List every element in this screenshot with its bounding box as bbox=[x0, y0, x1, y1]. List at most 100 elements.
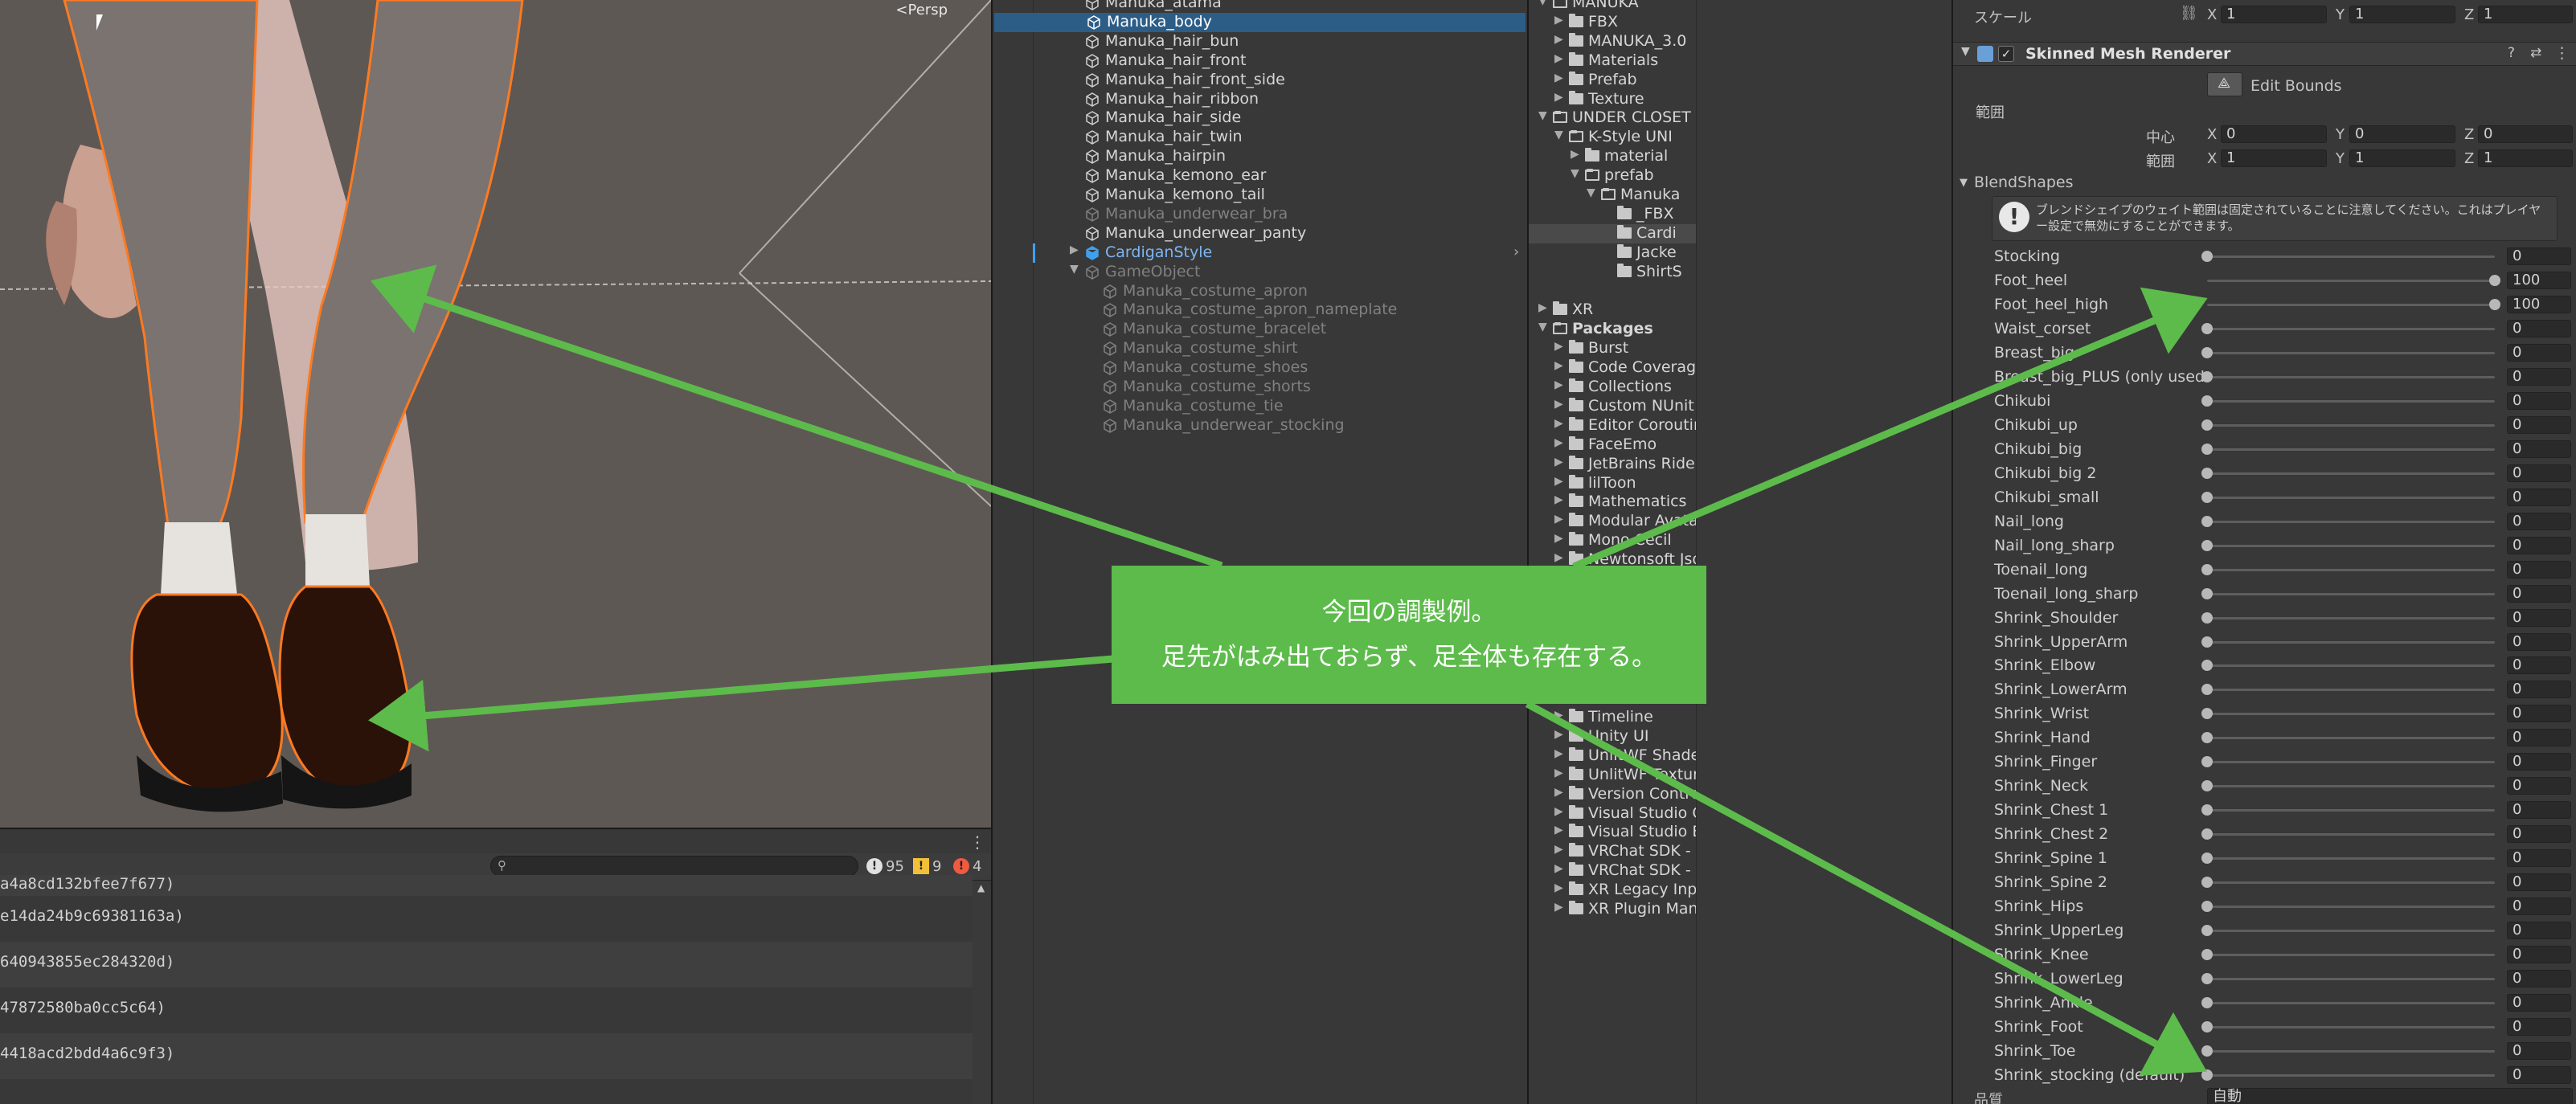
scene-view[interactable]: <Persp bbox=[0, 0, 991, 828]
collapsed-arrow-icon[interactable]: ▶ bbox=[1554, 532, 1563, 545]
blendshape-slider-track[interactable] bbox=[2207, 472, 2495, 475]
blendshape-value-field[interactable]: 0 bbox=[2507, 343, 2571, 362]
scroll-up-icon[interactable]: ▲ bbox=[977, 882, 985, 893]
blendshape-value-field[interactable]: 0 bbox=[2507, 1018, 2571, 1037]
blendshape-slider-handle[interactable] bbox=[2201, 780, 2213, 792]
perspective-label[interactable]: <Persp bbox=[895, 2, 948, 18]
collapsed-arrow-icon[interactable]: ▶ bbox=[1554, 475, 1563, 488]
collapsed-arrow-icon[interactable]: ▶ bbox=[1554, 901, 1563, 914]
blendshape-slider-handle[interactable] bbox=[2201, 925, 2213, 937]
project-folder-item[interactable]: ▶ UnlitWF Shader bbox=[1529, 746, 1696, 766]
project-folder-item[interactable]: ShirtS bbox=[1529, 263, 1696, 282]
blendshape-value-field[interactable]: 0 bbox=[2507, 946, 2571, 964]
blendshape-slider-track[interactable] bbox=[2207, 1026, 2495, 1029]
blendshape-slider-track[interactable] bbox=[2207, 399, 2495, 403]
blendshapes-foldout-icon[interactable]: ▼ bbox=[1960, 177, 1968, 189]
blendshape-slider-track[interactable] bbox=[2207, 496, 2495, 499]
warning-count-button[interactable]: ! 9 bbox=[913, 856, 941, 877]
component-menu-icon[interactable]: ⋮ bbox=[2554, 44, 2570, 62]
project-folder-item[interactable]: ▶ Modular Avatar bbox=[1529, 512, 1696, 531]
blendshape-slider-handle[interactable] bbox=[2201, 732, 2213, 744]
blendshape-slider-track[interactable] bbox=[2207, 544, 2495, 547]
project-folder-item[interactable]: ▶ Visual Studio C bbox=[1529, 804, 1696, 824]
project-folder-item[interactable]: ▶ Texture bbox=[1529, 90, 1696, 109]
blendshape-value-field[interactable]: 0 bbox=[2507, 994, 2571, 1012]
hierarchy-item[interactable]: Manuka_hair_side bbox=[993, 108, 1527, 128]
blendshape-value-field[interactable]: 0 bbox=[2507, 391, 2571, 410]
expanded-arrow-icon[interactable]: ▼ bbox=[1538, 0, 1547, 7]
blendshape-slider-track[interactable] bbox=[2207, 375, 2495, 378]
help-icon[interactable]: ? bbox=[2508, 45, 2515, 61]
quality-dropdown[interactable]: 自動 bbox=[2207, 1088, 2573, 1104]
blendshape-slider-track[interactable] bbox=[2207, 785, 2495, 788]
extent-x-field[interactable]: 1 bbox=[2221, 149, 2327, 167]
blendshape-value-field[interactable]: 0 bbox=[2507, 656, 2571, 675]
blendshape-value-field[interactable]: 0 bbox=[2507, 319, 2571, 337]
hierarchy-item[interactable]: Manuka_body bbox=[994, 12, 1526, 32]
project-folder-item[interactable]: ▶ Visual Studio E bbox=[1529, 823, 1696, 842]
collapsed-arrow-icon[interactable]: ▶ bbox=[1554, 493, 1563, 506]
collapsed-arrow-icon[interactable]: ▶ bbox=[1554, 728, 1563, 741]
blendshape-slider-track[interactable] bbox=[2207, 737, 2495, 740]
project-folder-item[interactable]: ▶ lilToon bbox=[1529, 474, 1696, 493]
project-folder-item[interactable]: ▶ Materials bbox=[1529, 51, 1696, 71]
preset-icon[interactable]: ⇄ bbox=[2530, 45, 2541, 61]
enabled-checkbox[interactable]: ✓ bbox=[1998, 46, 2014, 62]
blendshape-value-field[interactable]: 0 bbox=[2507, 729, 2571, 747]
info-count-button[interactable]: ! 95 bbox=[866, 856, 904, 877]
blendshape-slider-track[interactable] bbox=[2207, 568, 2495, 571]
hierarchy-child-item[interactable]: Manuka_costume_shorts bbox=[993, 378, 1527, 397]
collapsed-arrow-icon[interactable]: ▶ bbox=[1554, 340, 1563, 353]
blendshape-value-field[interactable]: 0 bbox=[2507, 922, 2571, 940]
blendshape-slider-handle[interactable] bbox=[2201, 322, 2213, 334]
blendshape-value-field[interactable]: 0 bbox=[2507, 512, 2571, 530]
collapsed-arrow-icon[interactable]: ▶ bbox=[1554, 436, 1563, 449]
hierarchy-child-item[interactable]: Manuka_underwear_stocking bbox=[993, 416, 1527, 435]
blendshape-slider-handle[interactable] bbox=[2201, 684, 2213, 696]
collapsed-arrow-icon[interactable]: ▶ bbox=[1554, 881, 1563, 894]
console-scrollbar[interactable]: ▲ bbox=[973, 882, 990, 1104]
collapsed-arrow-icon[interactable]: ▶ bbox=[1554, 456, 1563, 468]
blendshape-slider-handle[interactable] bbox=[2201, 1021, 2213, 1033]
extent-z-field[interactable]: 1 bbox=[2478, 149, 2573, 167]
project-folder-item[interactable]: ▶ XR Legacy Input bbox=[1529, 881, 1696, 900]
blendshape-value-field[interactable]: 0 bbox=[2507, 681, 2571, 699]
project-folder-item[interactable]: ▶ Burst bbox=[1529, 339, 1696, 358]
blendshape-value-field[interactable]: 0 bbox=[2507, 608, 2571, 627]
project-folder-item[interactable]: ▼ prefab bbox=[1529, 166, 1696, 186]
blendshape-slider-handle[interactable] bbox=[2201, 828, 2213, 840]
project-folder-item[interactable]: _FBX bbox=[1529, 205, 1696, 224]
expanded-arrow-icon[interactable]: ▼ bbox=[1554, 129, 1563, 141]
project-folder-item[interactable]: Jacke bbox=[1529, 243, 1696, 263]
blendshape-value-field[interactable]: 0 bbox=[2507, 367, 2571, 386]
scale-x-field[interactable]: 1 bbox=[2221, 6, 2327, 23]
blendshape-slider-handle[interactable] bbox=[2201, 973, 2213, 985]
collapsed-arrow-icon[interactable]: ▶ bbox=[1554, 786, 1563, 799]
blendshape-value-field[interactable]: 0 bbox=[2507, 1065, 2571, 1084]
hierarchy-item[interactable]: Manuka_hair_bun bbox=[993, 32, 1527, 51]
blendshape-slider-handle[interactable] bbox=[2201, 901, 2213, 913]
project-folder-item[interactable]: ▼ K-Style UNI bbox=[1529, 128, 1696, 147]
blendshape-value-field[interactable]: 0 bbox=[2507, 464, 2571, 482]
center-z-field[interactable]: 0 bbox=[2478, 125, 2573, 143]
blendshape-value-field[interactable]: 0 bbox=[2507, 584, 2571, 603]
collapsed-arrow-icon[interactable]: ▶ bbox=[1554, 417, 1563, 430]
project-folder-item[interactable]: ▶ UnlitWF Textures bbox=[1529, 766, 1696, 785]
project-folder-item[interactable]: ▶ FBX bbox=[1529, 13, 1696, 32]
collapsed-arrow-icon[interactable]: ▶ bbox=[1554, 824, 1563, 836]
project-folder-item[interactable]: ▶ Version Control bbox=[1529, 785, 1696, 804]
collapsed-arrow-icon[interactable]: ▶ bbox=[1554, 747, 1563, 760]
blendshape-slider-handle[interactable] bbox=[2201, 611, 2213, 624]
project-content-area[interactable] bbox=[1696, 0, 1951, 1104]
hierarchy-item[interactable]: Manuka_hair_ribbon bbox=[993, 90, 1527, 109]
collapsed-arrow-icon[interactable]: ▶ bbox=[1554, 513, 1563, 525]
project-folder-item[interactable]: ▶ Collections bbox=[1529, 378, 1696, 397]
blendshape-slider-track[interactable] bbox=[2207, 809, 2495, 812]
open-prefab-chevron-icon[interactable]: › bbox=[1513, 243, 1519, 260]
expanded-arrow-icon[interactable]: ▼ bbox=[1587, 186, 1595, 199]
blendshapes-label[interactable]: BlendShapes bbox=[1974, 174, 2074, 191]
blendshape-value-field[interactable]: 0 bbox=[2507, 898, 2571, 916]
blendshape-value-field[interactable]: 0 bbox=[2507, 849, 2571, 868]
blendshape-slider-handle[interactable] bbox=[2201, 708, 2213, 720]
blendshape-slider-track[interactable] bbox=[2207, 592, 2495, 595]
